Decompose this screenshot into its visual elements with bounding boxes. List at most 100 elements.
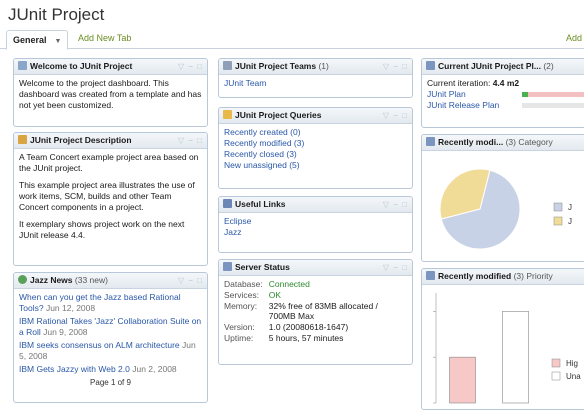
bar (449, 356, 476, 404)
legend-swatch (551, 371, 561, 381)
list-item[interactable]: When can you get the Jazz based Rational… (19, 292, 202, 314)
chart-icon (426, 271, 435, 280)
tab-general-label: General (13, 35, 47, 45)
plan-link[interactable]: JUnit Plan (427, 89, 466, 99)
query-link[interactable]: Recently modified (3) (224, 138, 407, 149)
bar (502, 311, 529, 404)
table-row: Version: 1.0 (20080618-1647) (224, 322, 407, 333)
widget-controls-icon[interactable]: ▽ − □ (178, 273, 203, 288)
list-item[interactable]: IBM Gets Jazzy with Web 2.0 Jun 2, 2008 (19, 364, 202, 375)
queries-title: JUnit Project Queries (235, 110, 322, 120)
list-item[interactable]: IBM seeks consensus on ALM architecture … (19, 340, 202, 362)
category-pie-chart: JJ (439, 168, 572, 250)
chevron-down-icon[interactable]: ▼ (55, 38, 62, 45)
recent-priority-title: Recently modified (438, 271, 512, 281)
status-key: Uptime: (224, 333, 254, 343)
jazz-news-header: Jazz News (33 new) ▽ − □ (14, 273, 207, 289)
widget-controls-icon[interactable]: ▽ − □ (383, 260, 408, 275)
status-value: Connected (268, 279, 310, 289)
teams-header: JUnit Project Teams (1) ▽ − □ (219, 59, 412, 75)
tab-general[interactable]: General ▼ (6, 30, 69, 50)
iteration-row: Current iteration: 4.4 m2 (427, 78, 584, 89)
query-link[interactable]: Recently closed (3) (224, 149, 407, 160)
news-link[interactable]: IBM seeks consensus on ALM architecture (19, 340, 180, 350)
recent-priority-widget: Recently modified (3) Priority Hig Una (421, 268, 584, 410)
server-status-title: Server Status (235, 262, 290, 272)
status-key: Database: (224, 279, 263, 289)
query-link[interactable]: New unassigned (5) (224, 160, 407, 171)
legend-label: J (568, 217, 572, 226)
current-plan-header: Current JUnit Project Pl... (2) (422, 59, 584, 75)
status-key: Services: (224, 290, 259, 300)
teams-count: (1) (318, 61, 329, 71)
query-icon (223, 110, 232, 119)
table-row: Uptime: 5 hours, 57 minutes (224, 333, 407, 344)
server-status-widget: Server Status ▽ − □ Database: Connected S… (218, 259, 413, 365)
news-icon (18, 275, 27, 284)
page-title: JUnit Project (8, 5, 105, 24)
welcome-title: Welcome to JUnit Project (30, 61, 133, 71)
plan-row: JUnit Plan (427, 89, 584, 100)
jazz-news-title: Jazz News (30, 275, 73, 285)
plan-link[interactable]: JUnit Release Plan (427, 100, 499, 110)
description-para: A Team Concert example project area base… (19, 152, 199, 173)
jazz-news-widget: Jazz News (33 new) ▽ − □ When can you ge… (13, 272, 208, 403)
query-link[interactable]: Recently created (0) (224, 127, 407, 138)
status-value: 5 hours, 57 minutes (268, 333, 344, 343)
recent-category-widget: Recently modi... (3) Category JJ (421, 134, 584, 262)
team-icon (223, 61, 232, 70)
legend-label: J (568, 203, 572, 212)
description-title: JUnit Project Description (30, 135, 132, 145)
tab-bar: General ▼ Add New Tab Add (0, 30, 584, 50)
news-link[interactable]: When can you get the Jazz based Rational… (19, 292, 181, 313)
legend-swatch (553, 202, 563, 212)
widget-controls-icon[interactable]: ▽ − □ (178, 133, 203, 148)
chart-icon (426, 137, 435, 146)
widget-controls-icon[interactable]: ▽ − □ (383, 197, 408, 212)
recent-category-header: Recently modi... (3) Category (422, 135, 584, 151)
recent-priority-header: Recently modified (3) Priority (422, 269, 584, 285)
legend-swatch (551, 358, 561, 368)
description-para: This example project area illustrates th… (19, 180, 195, 212)
welcome-text: Welcome to the project dashboard. This d… (19, 78, 202, 110)
add-widget-link[interactable]: Add (566, 33, 582, 43)
current-plan-count: (2) (543, 61, 554, 71)
plan-row: JUnit Release Plan (427, 100, 584, 111)
widget-controls-icon[interactable]: ▽ − □ (383, 108, 408, 123)
list-item[interactable]: IBM Rational Takes 'Jazz' Collaboration … (19, 316, 202, 338)
useful-links-header: Useful Links ▽ − □ (219, 197, 412, 213)
useful-link[interactable]: Jazz (224, 227, 407, 238)
useful-link[interactable]: Eclipse (224, 216, 407, 227)
status-value: OK (268, 290, 282, 300)
plan-icon (426, 61, 435, 70)
server-status-header: Server Status ▽ − □ (219, 260, 412, 276)
status-key: Version: (224, 322, 255, 332)
recent-priority-subtitle: (3) Priority (513, 271, 553, 281)
welcome-widget: Welcome to JUnit Project ▽ − □ Welcome t… (13, 58, 208, 127)
description-header: JUnit Project Description ▽ − □ (14, 133, 207, 149)
description-para: It exemplary shows project work on the n… (19, 219, 185, 240)
status-value: 1.0 (20080618-1647) (268, 322, 349, 332)
widget-controls-icon[interactable]: ▽ − □ (178, 59, 203, 74)
table-row: Services: OK (224, 290, 407, 301)
teams-widget: JUnit Project Teams (1) ▽ − □ JUnit Team (218, 58, 413, 98)
priority-bar-chart: Hig Una (433, 293, 581, 404)
legend-label: Una (566, 372, 581, 381)
news-link[interactable]: IBM Gets Jazzy with Web 2.0 (19, 364, 130, 374)
news-date: Jun 12, 2008 (45, 303, 96, 313)
legend-swatch (553, 216, 563, 226)
plan-progress-bar (522, 103, 584, 108)
status-table: Database: Connected Services: OK Memory: 32… (224, 279, 407, 344)
add-new-tab-link[interactable]: Add New Tab (78, 33, 131, 43)
widget-controls-icon[interactable]: ▽ − □ (383, 59, 408, 74)
useful-links-widget: Useful Links ▽ − □ Eclipse Jazz (218, 196, 413, 253)
dashboard-icon (18, 61, 27, 70)
legend-label: Hig (566, 359, 578, 368)
description-widget: JUnit Project Description ▽ − □ A Team C… (13, 132, 208, 266)
plan-progress-bar (522, 92, 584, 97)
team-link[interactable]: JUnit Team (224, 78, 407, 89)
news-date: Jun 9, 2008 (43, 327, 88, 337)
news-pager[interactable]: Page 1 of 9 (19, 377, 202, 388)
status-key: Memory: (224, 301, 258, 311)
teams-title: JUnit Project Teams (235, 61, 317, 71)
